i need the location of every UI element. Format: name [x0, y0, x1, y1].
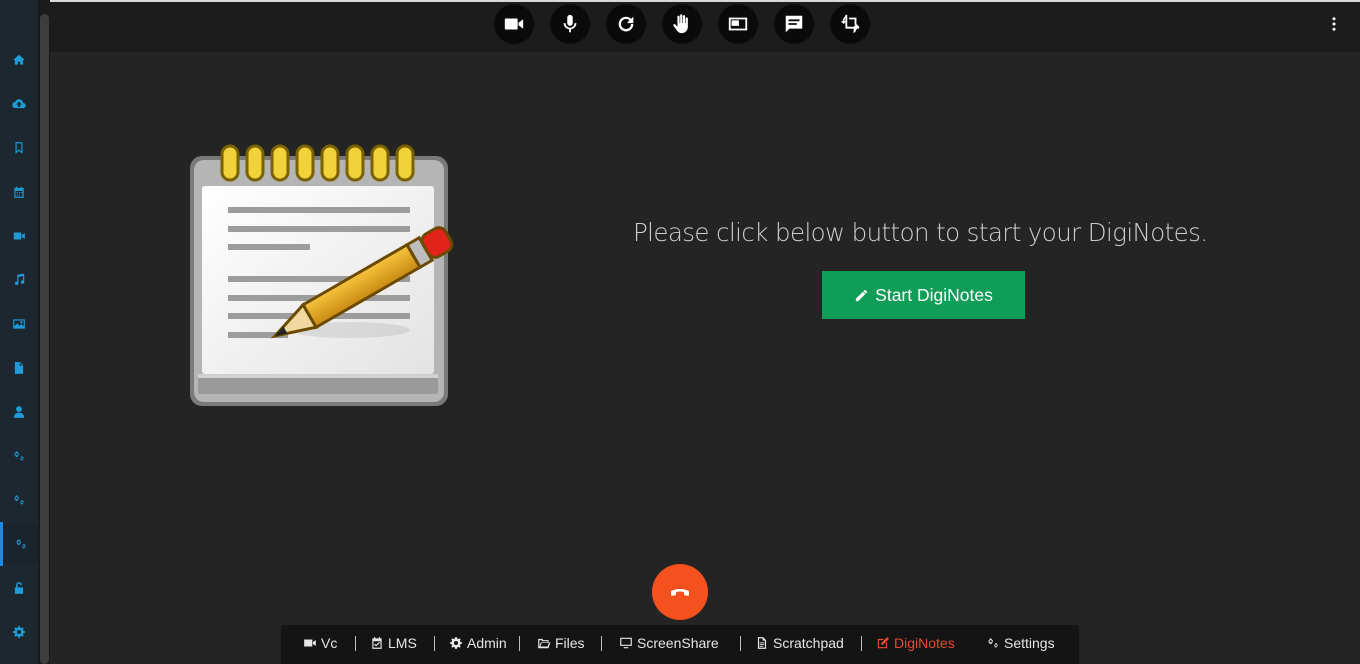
video-camera-icon — [304, 639, 316, 647]
edit-icon — [877, 636, 890, 649]
crop-rotate-button[interactable] — [830, 4, 870, 44]
tab-admin-label: Admin — [467, 635, 507, 651]
cogs-icon — [988, 638, 998, 648]
unlock-icon — [14, 582, 24, 594]
sidebar-item-video[interactable] — [0, 214, 38, 258]
sidebar-item-image[interactable] — [0, 302, 38, 346]
user-icon — [13, 406, 25, 418]
notepad-illustration — [190, 144, 454, 406]
chat-button[interactable] — [774, 4, 814, 44]
file-text-icon — [757, 637, 767, 649]
tab-diginotes-label: DigiNotes — [894, 635, 955, 651]
tab-separator — [740, 636, 741, 651]
calendar-icon — [14, 186, 24, 198]
refresh-icon — [618, 16, 634, 32]
cogs-icon — [15, 539, 26, 549]
start-diginotes-label: Start DigiNotes — [875, 284, 993, 305]
tab-admin[interactable]: Admin — [449, 635, 507, 651]
sidebar-item-music[interactable] — [0, 258, 38, 302]
pencil-icon — [856, 289, 868, 301]
cogs-icon — [14, 451, 24, 461]
monitor-icon — [620, 637, 632, 649]
more-vertical-icon — [1332, 17, 1336, 31]
tab-files[interactable]: Files — [537, 635, 585, 651]
microphone-icon — [563, 14, 577, 33]
sidebar-item-cogs-2[interactable] — [0, 478, 38, 522]
sidebar-item-unlock[interactable] — [0, 566, 38, 610]
sidebar-item-file[interactable] — [0, 346, 38, 390]
sidebar-item-cogs-3[interactable] — [0, 522, 38, 566]
tab-scratchpad[interactable]: Scratchpad — [755, 635, 844, 651]
phone-hangup-icon — [670, 589, 690, 596]
cogs-icon — [14, 495, 24, 505]
image-icon — [13, 319, 25, 329]
start-diginotes-button[interactable]: Start DigiNotes — [822, 271, 1025, 319]
more-options-button[interactable] — [1322, 12, 1346, 36]
file-icon — [14, 362, 24, 374]
tab-lms-label: LMS — [388, 635, 417, 651]
raise-hand-icon — [673, 14, 688, 34]
cloud-upload-icon — [12, 99, 26, 109]
top-toolbar — [50, 2, 1360, 52]
calendar-check-icon — [372, 637, 382, 649]
raise-hand-button[interactable] — [662, 4, 702, 44]
sidebar-item-bookmark[interactable] — [0, 126, 38, 170]
music-icon — [14, 273, 25, 286]
tab-separator — [601, 636, 602, 651]
sidebar-item-settings[interactable] — [0, 610, 38, 654]
start-instruction-text: Please click below button to start your … — [633, 218, 1208, 247]
sidebar-item-home[interactable] — [0, 38, 38, 82]
camera-toggle-button[interactable] — [494, 4, 534, 44]
tab-separator — [355, 636, 356, 651]
tab-screenshare[interactable]: ScreenShare — [619, 635, 719, 651]
sidebar-scrollbar-thumb[interactable] — [40, 14, 49, 664]
sidebar-item-calendar[interactable] — [0, 170, 38, 214]
tab-separator — [861, 636, 862, 651]
video-camera-icon — [504, 18, 524, 30]
sidebar-item-cogs-1[interactable] — [0, 434, 38, 478]
microphone-toggle-button[interactable] — [550, 4, 590, 44]
crop-rotate-icon — [840, 14, 860, 34]
folder-open-icon — [538, 638, 551, 649]
tab-settings[interactable]: Settings — [986, 635, 1055, 651]
tab-separator — [434, 636, 435, 651]
picture-in-picture-icon — [728, 17, 748, 31]
chat-icon — [785, 15, 803, 33]
gear-icon — [450, 637, 462, 649]
end-call-button[interactable] — [652, 564, 708, 620]
refresh-button[interactable] — [606, 4, 646, 44]
tab-vc-label: Vc — [321, 635, 338, 651]
sidebar-item-user[interactable] — [0, 390, 38, 434]
tab-separator — [519, 636, 520, 651]
bottom-navigation: Vc LMS Admin Files ScreenShare Scratchpa… — [281, 625, 1079, 664]
tab-vc[interactable]: Vc — [303, 635, 337, 651]
gear-icon — [13, 626, 25, 638]
picture-in-picture-button[interactable] — [718, 4, 758, 44]
tab-screenshare-label: ScreenShare — [637, 635, 719, 651]
tab-files-label: Files — [555, 635, 585, 651]
tab-lms[interactable]: LMS — [370, 635, 417, 651]
video-camera-icon — [13, 232, 25, 240]
sidebar-item-upload[interactable] — [0, 82, 38, 126]
tab-scratchpad-label: Scratchpad — [773, 635, 844, 651]
sidebar — [0, 0, 38, 664]
bookmark-icon — [15, 142, 23, 154]
tab-diginotes[interactable]: DigiNotes — [876, 635, 955, 651]
home-icon — [13, 54, 25, 65]
tab-settings-label: Settings — [1004, 635, 1055, 651]
